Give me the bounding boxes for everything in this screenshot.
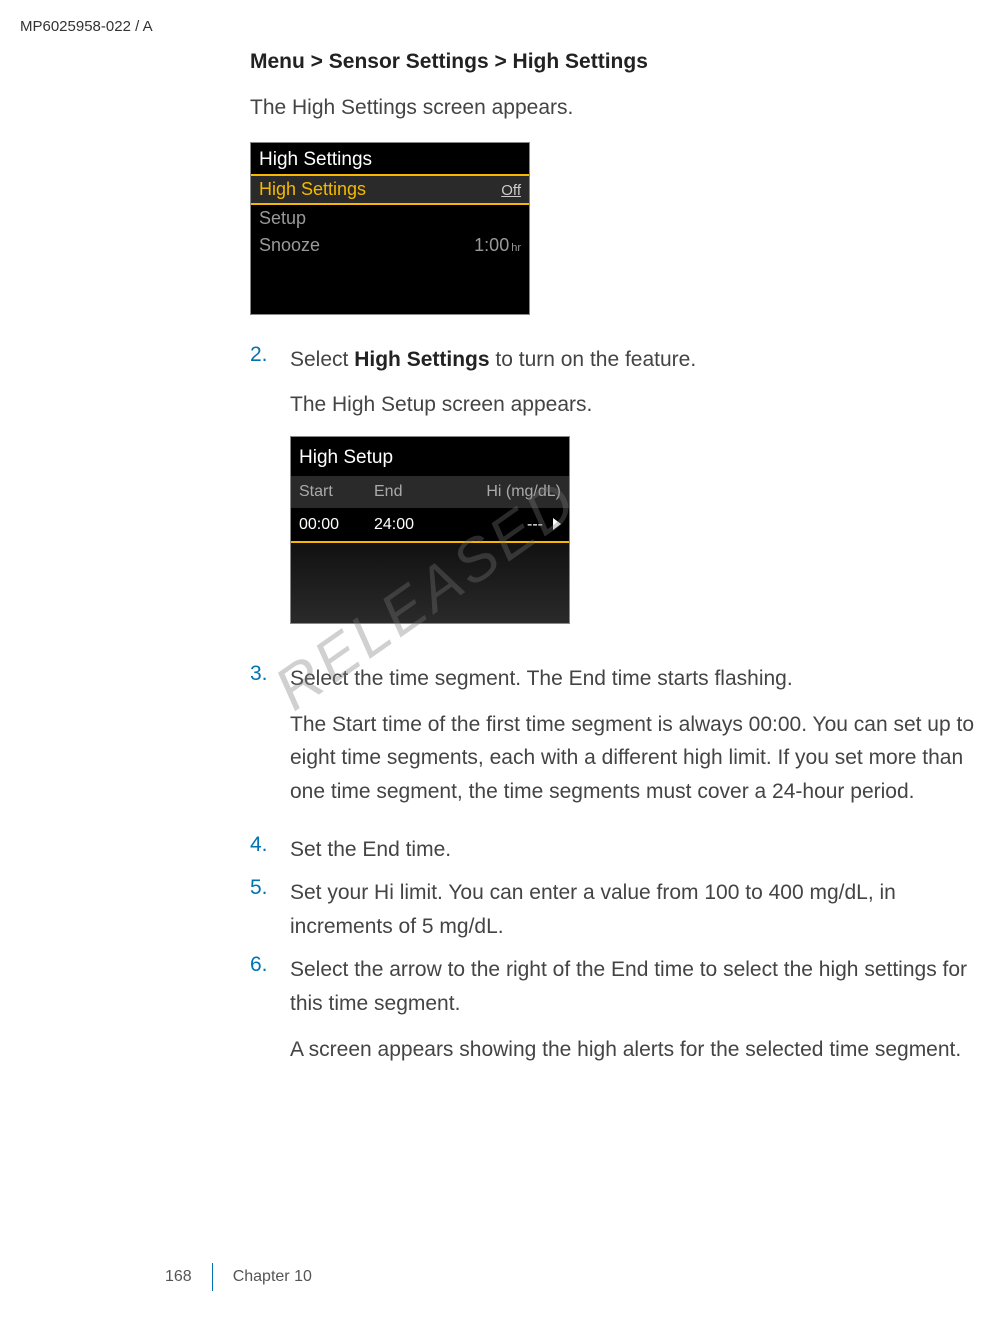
menu-label: High Settings xyxy=(259,179,366,200)
device-screenshot-high-settings: High Settings High Settings Off Setup Sn… xyxy=(250,142,530,315)
device-screenshot-high-setup: High Setup Start End Hi (mg/dL) 00:00 24… xyxy=(290,436,570,625)
chapter-label: Chapter 10 xyxy=(233,1268,312,1286)
menu-value: Off xyxy=(501,182,521,199)
page-footer: 168 Chapter 10 xyxy=(165,1263,312,1291)
step-body: Select the arrow to the right of the End… xyxy=(290,953,990,1080)
page-number: 168 xyxy=(165,1268,192,1286)
col-start: Start xyxy=(299,479,374,505)
step-body: Select the time segment. The End time st… xyxy=(290,662,990,822)
step-number: 2. xyxy=(250,343,290,653)
cell-end: 24:00 xyxy=(374,512,459,538)
menu-label: Setup xyxy=(259,208,306,229)
menu-label: Snooze xyxy=(259,235,320,256)
page-content: Menu > Sensor Settings > High Settings T… xyxy=(250,50,990,1090)
step-number: 6. xyxy=(250,953,290,1080)
step-3: 3. Select the time segment. The End time… xyxy=(250,662,990,822)
cell-start: 00:00 xyxy=(299,512,374,538)
table-header: Start End Hi (mg/dL) xyxy=(291,476,569,508)
footer-divider xyxy=(212,1263,213,1291)
col-end: End xyxy=(374,479,459,505)
menu-item-snooze: Snooze 1:00hr xyxy=(251,232,529,259)
step-4: 4. Set the End time. xyxy=(250,833,990,867)
step-5: 5. Set your Hi limit. You can enter a va… xyxy=(250,876,990,943)
step-body: Select High Settings to turn on the feat… xyxy=(290,343,990,653)
step-6: 6. Select the arrow to the right of the … xyxy=(250,953,990,1080)
step-sub-text: The High Setup screen appears. xyxy=(290,388,990,422)
step-body: Set your Hi limit. You can enter a value… xyxy=(290,876,990,943)
col-hi: Hi (mg/dL) xyxy=(459,479,561,505)
step-number: 4. xyxy=(250,833,290,867)
document-id: MP6025958-022 / A xyxy=(20,18,153,35)
step-number: 3. xyxy=(250,662,290,822)
menu-item-high-settings: High Settings Off xyxy=(251,176,529,203)
menu-item-setup: Setup xyxy=(251,205,529,232)
step-body: Set the End time. xyxy=(290,833,990,867)
menu-value: 1:00hr xyxy=(474,235,521,256)
cell-hi: --- xyxy=(527,512,543,538)
table-row: 00:00 24:00 --- xyxy=(291,508,569,542)
step-number: 5. xyxy=(250,876,290,943)
step-2: 2. Select High Settings to turn on the f… xyxy=(250,343,990,653)
breadcrumb: Menu > Sensor Settings > High Settings xyxy=(250,50,990,74)
arrow-right-icon xyxy=(553,518,561,530)
screen-title: High Settings xyxy=(251,143,529,174)
screen-title: High Setup xyxy=(291,437,569,476)
intro-text: The High Settings screen appears. xyxy=(250,92,990,124)
